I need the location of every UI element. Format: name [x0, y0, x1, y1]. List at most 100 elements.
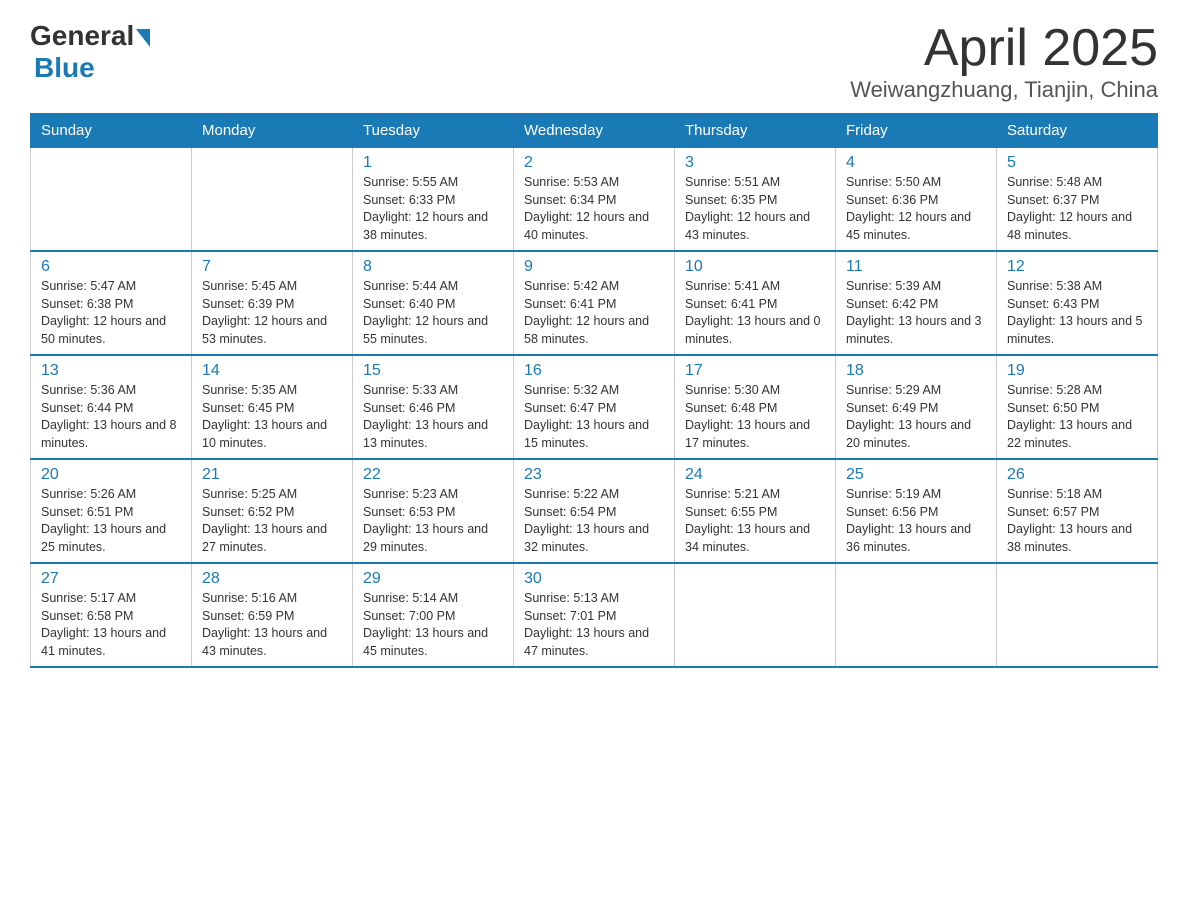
day-info: Sunrise: 5:41 AM Sunset: 6:41 PM Dayligh… — [685, 278, 825, 348]
calendar-cell: 10 Sunrise: 5:41 AM Sunset: 6:41 PM Dayli… — [675, 251, 836, 355]
calendar-cell: 19Sunrise: 5:28 AM Sunset: 6:50 PM Dayli… — [997, 355, 1158, 459]
calendar-cell — [997, 563, 1158, 667]
day-number: 25 — [846, 466, 986, 484]
day-number: 27 — [41, 570, 181, 588]
header-cell-friday: Friday — [836, 114, 997, 148]
week-row-5: 27Sunrise: 5:17 AM Sunset: 6:58 PM Dayli… — [31, 563, 1158, 667]
week-row-4: 20 Sunrise: 5:26 AM Sunset: 6:51 PM Dayli… — [31, 459, 1158, 563]
day-info: Sunrise: 5:53 AM Sunset: 6:34 PM Dayligh… — [524, 174, 664, 244]
day-number: 29 — [363, 570, 503, 588]
week-row-2: 6 Sunrise: 5:47 AM Sunset: 6:38 PM Daylig… — [31, 251, 1158, 355]
day-info: Sunrise: 5:45 AM Sunset: 6:39 PM Dayligh… — [202, 278, 342, 348]
calendar-header: SundayMondayTuesdayWednesdayThursdayFrid… — [31, 114, 1158, 148]
day-info: Sunrise: 5:36 AM Sunset: 6:44 PM Dayligh… — [41, 382, 181, 452]
week-row-1: 1 Sunrise: 5:55 AM Sunset: 6:33 PM Daylig… — [31, 148, 1158, 252]
day-info: Sunrise: 5:18 AM Sunset: 6:57 PM Dayligh… — [1007, 486, 1147, 556]
calendar-cell — [31, 148, 192, 252]
day-number: 7 — [202, 258, 342, 276]
day-info: Sunrise: 5:50 AM Sunset: 6:36 PM Dayligh… — [846, 174, 986, 244]
logo-general-text: General — [30, 20, 134, 52]
day-info: Sunrise: 5:30 AM Sunset: 6:48 PM Dayligh… — [685, 382, 825, 452]
day-info: Sunrise: 5:32 AM Sunset: 6:47 PM Dayligh… — [524, 382, 664, 452]
day-info: Sunrise: 5:23 AM Sunset: 6:53 PM Dayligh… — [363, 486, 503, 556]
calendar-cell: 9 Sunrise: 5:42 AM Sunset: 6:41 PM Daylig… — [514, 251, 675, 355]
calendar-subtitle: Weiwangzhuang, Tianjin, China — [850, 77, 1158, 103]
day-info: Sunrise: 5:42 AM Sunset: 6:41 PM Dayligh… — [524, 278, 664, 348]
calendar-title: April 2025 — [850, 20, 1158, 77]
day-number: 10 — [685, 258, 825, 276]
title-block: April 2025 Weiwangzhuang, Tianjin, China — [850, 20, 1158, 103]
calendar-cell: 3Sunrise: 5:51 AM Sunset: 6:35 PM Daylig… — [675, 148, 836, 252]
header-cell-thursday: Thursday — [675, 114, 836, 148]
calendar-cell: 12 Sunrise: 5:38 AM Sunset: 6:43 PM Dayli… — [997, 251, 1158, 355]
page-header: General Blue April 2025 Weiwangzhuang, T… — [30, 20, 1158, 103]
day-number: 18 — [846, 362, 986, 380]
calendar-cell: 27Sunrise: 5:17 AM Sunset: 6:58 PM Dayli… — [31, 563, 192, 667]
day-number: 17 — [685, 362, 825, 380]
calendar-cell: 25Sunrise: 5:19 AM Sunset: 6:56 PM Dayli… — [836, 459, 997, 563]
header-cell-sunday: Sunday — [31, 114, 192, 148]
header-row: SundayMondayTuesdayWednesdayThursdayFrid… — [31, 114, 1158, 148]
day-info: Sunrise: 5:35 AM Sunset: 6:45 PM Dayligh… — [202, 382, 342, 452]
day-number: 13 — [41, 362, 181, 380]
day-info: Sunrise: 5:55 AM Sunset: 6:33 PM Dayligh… — [363, 174, 503, 244]
day-info: Sunrise: 5:38 AM Sunset: 6:43 PM Dayligh… — [1007, 278, 1147, 348]
header-cell-tuesday: Tuesday — [353, 114, 514, 148]
day-number: 24 — [685, 466, 825, 484]
day-number: 26 — [1007, 466, 1147, 484]
day-info: Sunrise: 5:16 AM Sunset: 6:59 PM Dayligh… — [202, 590, 342, 660]
day-info: Sunrise: 5:14 AM Sunset: 7:00 PM Dayligh… — [363, 590, 503, 660]
calendar-cell: 18 Sunrise: 5:29 AM Sunset: 6:49 PM Dayli… — [836, 355, 997, 459]
header-cell-wednesday: Wednesday — [514, 114, 675, 148]
calendar-cell: 17 Sunrise: 5:30 AM Sunset: 6:48 PM Dayli… — [675, 355, 836, 459]
calendar-cell: 14 Sunrise: 5:35 AM Sunset: 6:45 PM Dayli… — [192, 355, 353, 459]
day-number: 22 — [363, 466, 503, 484]
day-number: 30 — [524, 570, 664, 588]
day-info: Sunrise: 5:47 AM Sunset: 6:38 PM Dayligh… — [41, 278, 181, 348]
logo-arrow-icon — [136, 29, 150, 47]
calendar-cell: 5Sunrise: 5:48 AM Sunset: 6:37 PM Daylig… — [997, 148, 1158, 252]
day-info: Sunrise: 5:33 AM Sunset: 6:46 PM Dayligh… — [363, 382, 503, 452]
day-number: 9 — [524, 258, 664, 276]
calendar-cell: 22 Sunrise: 5:23 AM Sunset: 6:53 PM Dayli… — [353, 459, 514, 563]
calendar-cell: 6 Sunrise: 5:47 AM Sunset: 6:38 PM Daylig… — [31, 251, 192, 355]
day-number: 4 — [846, 154, 986, 172]
calendar-cell: 2Sunrise: 5:53 AM Sunset: 6:34 PM Daylig… — [514, 148, 675, 252]
header-cell-saturday: Saturday — [997, 114, 1158, 148]
day-number: 6 — [41, 258, 181, 276]
logo: General Blue — [30, 20, 150, 84]
day-number: 11 — [846, 258, 986, 276]
calendar-cell — [192, 148, 353, 252]
day-info: Sunrise: 5:25 AM Sunset: 6:52 PM Dayligh… — [202, 486, 342, 556]
day-info: Sunrise: 5:26 AM Sunset: 6:51 PM Dayligh… — [41, 486, 181, 556]
calendar-cell: 21 Sunrise: 5:25 AM Sunset: 6:52 PM Dayli… — [192, 459, 353, 563]
calendar-cell: 30Sunrise: 5:13 AM Sunset: 7:01 PM Dayli… — [514, 563, 675, 667]
day-number: 3 — [685, 154, 825, 172]
calendar-cell: 23Sunrise: 5:22 AM Sunset: 6:54 PM Dayli… — [514, 459, 675, 563]
calendar-cell — [836, 563, 997, 667]
day-info: Sunrise: 5:39 AM Sunset: 6:42 PM Dayligh… — [846, 278, 986, 348]
day-number: 14 — [202, 362, 342, 380]
day-number: 21 — [202, 466, 342, 484]
week-row-3: 13 Sunrise: 5:36 AM Sunset: 6:44 PM Dayli… — [31, 355, 1158, 459]
day-info: Sunrise: 5:21 AM Sunset: 6:55 PM Dayligh… — [685, 486, 825, 556]
calendar-cell: 20 Sunrise: 5:26 AM Sunset: 6:51 PM Dayli… — [31, 459, 192, 563]
day-number: 15 — [363, 362, 503, 380]
day-number: 16 — [524, 362, 664, 380]
calendar-cell: 4 Sunrise: 5:50 AM Sunset: 6:36 PM Daylig… — [836, 148, 997, 252]
calendar-cell — [675, 563, 836, 667]
header-cell-monday: Monday — [192, 114, 353, 148]
day-number: 20 — [41, 466, 181, 484]
calendar-cell: 16 Sunrise: 5:32 AM Sunset: 6:47 PM Dayli… — [514, 355, 675, 459]
day-number: 12 — [1007, 258, 1147, 276]
day-number: 8 — [363, 258, 503, 276]
calendar-cell: 29 Sunrise: 5:14 AM Sunset: 7:00 PM Dayli… — [353, 563, 514, 667]
day-info: Sunrise: 5:29 AM Sunset: 6:49 PM Dayligh… — [846, 382, 986, 452]
day-info: Sunrise: 5:48 AM Sunset: 6:37 PM Dayligh… — [1007, 174, 1147, 244]
calendar-cell: 28Sunrise: 5:16 AM Sunset: 6:59 PM Dayli… — [192, 563, 353, 667]
calendar-cell: 15 Sunrise: 5:33 AM Sunset: 6:46 PM Dayli… — [353, 355, 514, 459]
day-number: 19 — [1007, 362, 1147, 380]
calendar-table: SundayMondayTuesdayWednesdayThursdayFrid… — [30, 113, 1158, 668]
calendar-cell: 8Sunrise: 5:44 AM Sunset: 6:40 PM Daylig… — [353, 251, 514, 355]
day-number: 1 — [363, 154, 503, 172]
